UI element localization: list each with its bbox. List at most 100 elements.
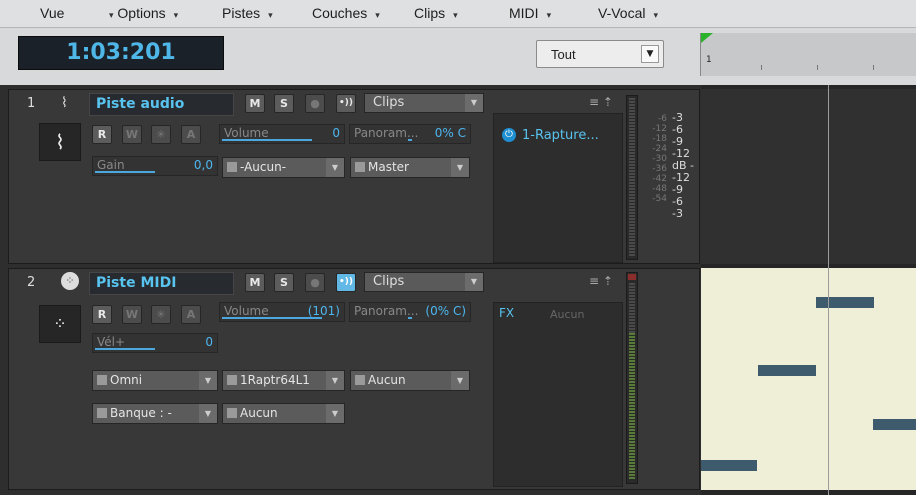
menu-vue[interactable]: Vue (40, 5, 64, 21)
level-meter (626, 95, 638, 260)
fx-bin[interactable]: ⏻ 1-Rapture... (493, 113, 623, 263)
chevron-down-icon: ▾ (375, 10, 380, 20)
volume-level (222, 139, 312, 141)
loop-start-marker-icon[interactable] (701, 33, 713, 43)
level-meter (626, 272, 638, 484)
volume-slider[interactable]: Volume (101) (219, 302, 345, 322)
menu-couches[interactable]: Couches ▾ (312, 5, 380, 21)
audio-lane[interactable] (701, 89, 916, 264)
meter-scale: -6 -12 -18 -24 -30 -36 -42 -48 -54 (652, 114, 667, 204)
piano-roll-lane[interactable] (701, 268, 916, 490)
fx-label: FX (499, 306, 515, 320)
track-menu-icon[interactable]: ≡ ⇡ (589, 274, 613, 288)
fx-bin[interactable]: FX Aucun (493, 302, 623, 487)
midi-track-icon[interactable]: ⁘ (39, 305, 81, 343)
read-automation-button[interactable]: R (92, 125, 112, 144)
record-dot-icon: ● (310, 276, 320, 289)
chevron-down-icon: ▼ (465, 273, 483, 291)
write-automation-button[interactable]: W (122, 125, 142, 144)
track-midi[interactable]: 2 ⁘ Piste MIDI M S ● •)) Clips ▼ ≡ ⇡ ⁘ R… (8, 268, 700, 490)
automation-button[interactable]: A (181, 125, 201, 144)
record-arm-button[interactable]: ● (305, 94, 325, 113)
pan-level (408, 139, 412, 141)
midi-note[interactable] (816, 297, 874, 308)
write-automation-button[interactable]: W (122, 305, 142, 324)
chevron-down-icon: ▼ (199, 371, 217, 390)
chevron-down-icon: ▾ (453, 10, 458, 20)
menu-options[interactable]: ▾ Options ▾ (101, 5, 178, 21)
pan-slider[interactable]: Panoram... 0% C (349, 124, 471, 144)
volume-slider[interactable]: Volume 0 (219, 124, 345, 144)
output-icon (227, 375, 237, 385)
fx-value: Aucun (550, 308, 585, 321)
input-echo-button[interactable]: •)) (336, 273, 356, 292)
track-number: 2 (27, 275, 36, 290)
time-display[interactable]: 1:03:201 (18, 36, 224, 70)
chevron-down-icon[interactable]: ▼ (641, 45, 659, 63)
midi-output-select[interactable]: 1Raptr64L1 ▼ (222, 370, 345, 391)
ruler-tick (873, 65, 874, 70)
audio-track-icon[interactable]: ⌇ (39, 123, 81, 161)
solo-button[interactable]: S (274, 94, 294, 113)
velocity-slider[interactable]: Vél+ 0 (92, 333, 218, 353)
menu-clips[interactable]: Clips ▾ (414, 5, 458, 21)
chevron-down-icon: ▼ (199, 404, 217, 423)
bank-icon (97, 408, 107, 418)
midi-note[interactable] (873, 419, 916, 430)
fx-plugin-name[interactable]: 1-Rapture... (522, 128, 599, 143)
input-echo-icon: •)) (339, 277, 353, 287)
filter-value: Tout (551, 47, 576, 62)
menu-midi[interactable]: MIDI ▾ (509, 5, 551, 21)
now-time-cursor[interactable] (828, 85, 829, 495)
input-select[interactable]: -Aucun- ▼ (222, 157, 345, 178)
patch-icon (227, 408, 237, 418)
menu-pistes[interactable]: Pistes ▾ (222, 5, 273, 21)
pan-slider[interactable]: Panoram... (0% C) (349, 302, 471, 322)
track-audio[interactable]: 1 ⌇ Piste audio M S ● •)) Clips ▼ ≡ ⇡ ⌇ … (8, 89, 700, 264)
output-select[interactable]: Master ▼ (350, 157, 470, 178)
track-menu-icon[interactable]: ≡ ⇡ (589, 95, 613, 109)
clip-indicator[interactable] (628, 274, 636, 280)
clips-mode-select[interactable]: Clips ▼ (364, 93, 484, 113)
input-icon (227, 162, 237, 172)
ruler-tick (817, 65, 818, 70)
read-automation-button[interactable]: R (92, 305, 112, 324)
channel-icon (355, 375, 365, 385)
mute-button[interactable]: M (245, 94, 265, 113)
power-icon[interactable]: ⏻ (502, 128, 516, 142)
ruler-bar-number: 1 (706, 55, 712, 65)
velocity-level (95, 348, 155, 350)
chevron-down-icon: ▼ (451, 158, 469, 177)
midi-channel-select[interactable]: Aucun ▼ (350, 370, 470, 391)
chevron-down-icon: ▾ (268, 10, 273, 20)
menu-v-vocal[interactable]: V-Vocal ▾ (598, 5, 658, 21)
timeline-ruler[interactable]: 1 (700, 33, 916, 76)
input-echo-button[interactable]: •)) (336, 94, 356, 113)
ruler-tick (761, 65, 762, 70)
track-name[interactable]: Piste audio (89, 93, 234, 116)
bank-select[interactable]: Banque : - ▼ (92, 403, 218, 424)
fx-bypass-button[interactable]: ✳ (151, 125, 171, 144)
output-icon (355, 162, 365, 172)
chevron-down-icon: ▼ (465, 94, 483, 112)
midi-input-select[interactable]: Omni ▼ (92, 370, 218, 391)
chevron-down-icon: ▼ (326, 158, 344, 177)
midi-note[interactable] (701, 460, 757, 471)
midi-din-icon: ⁘ (61, 272, 79, 290)
track-filter-select[interactable]: Tout ▼ (536, 40, 664, 68)
record-arm-button[interactable]: ● (305, 273, 325, 292)
chevron-down-icon: ▾ (653, 10, 659, 20)
midi-note[interactable] (758, 365, 816, 376)
mute-button[interactable]: M (245, 273, 265, 292)
solo-button[interactable]: S (274, 273, 294, 292)
gain-slider[interactable]: Gain 0,0 (92, 156, 218, 176)
patch-select[interactable]: Aucun ▼ (222, 403, 345, 424)
track-number: 1 (27, 96, 36, 111)
automation-button[interactable]: A (181, 305, 201, 324)
chevron-down-icon: ▾ (173, 10, 179, 20)
fx-bypass-button[interactable]: ✳ (151, 305, 171, 324)
menu-bar: Vue ▾ Options ▾ Pistes ▾ Couches ▾ Clips ▾ M… (0, 0, 916, 28)
clips-mode-select[interactable]: Clips ▼ (364, 272, 484, 292)
track-name[interactable]: Piste MIDI (89, 272, 234, 295)
volume-level (222, 317, 322, 319)
